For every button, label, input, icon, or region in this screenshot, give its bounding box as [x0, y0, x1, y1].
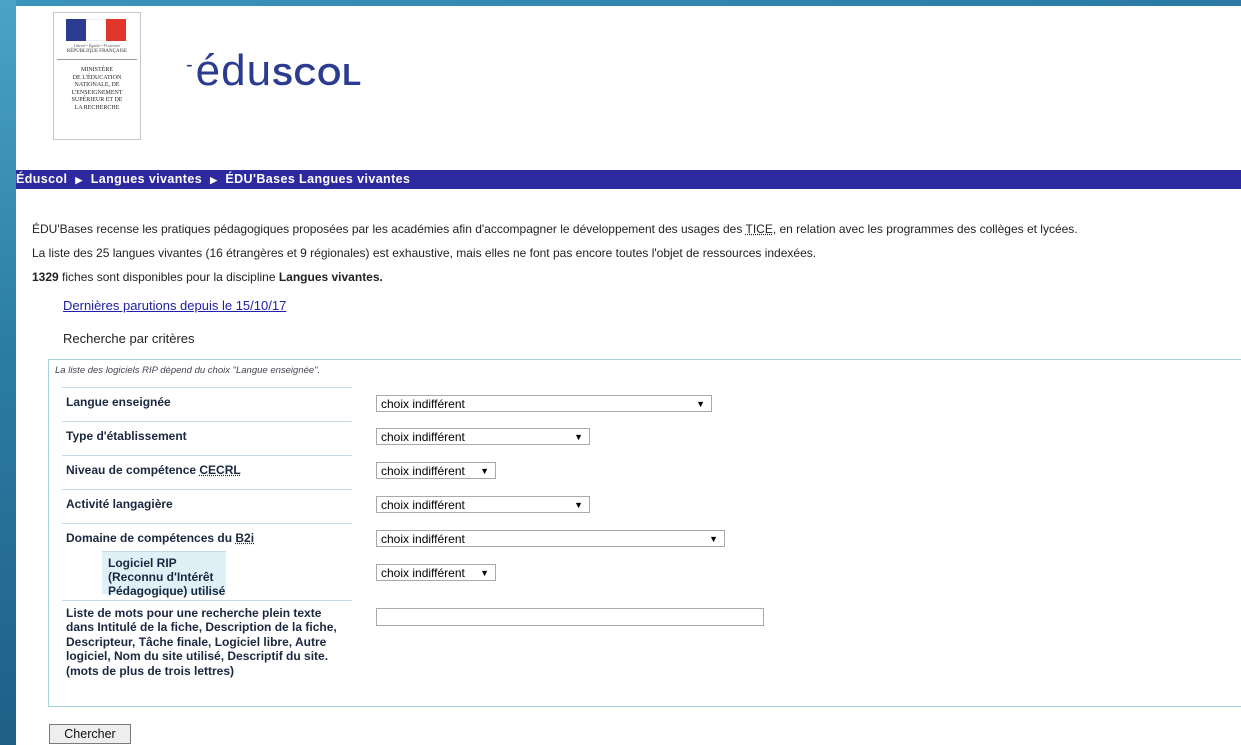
- search-heading: Recherche par critères: [63, 331, 195, 346]
- field-row-etablissement: Type d'établissement: [62, 421, 352, 444]
- fulltext-label: Liste de mots pour une recherche plein t…: [66, 606, 337, 678]
- triangle-down-icon: ▼: [480, 568, 489, 578]
- intro-line-2: La liste des 25 langues vivantes (16 étr…: [32, 246, 817, 260]
- triangle-down-icon: ▼: [709, 534, 718, 544]
- triangle-down-icon: ▼: [696, 399, 705, 409]
- field-label-rip: Logiciel RIP (Reconnu d'Intérêt Pédagogi…: [108, 556, 226, 598]
- rip-select[interactable]: choix indifférent ▼: [376, 564, 496, 581]
- republic-motto: Liberté • Égalité • Fraternité: [73, 43, 121, 48]
- field-row-cecrl: Niveau de compétence CECRL: [62, 455, 352, 478]
- etablissement-select[interactable]: choix indifférent ▼: [376, 428, 590, 445]
- logo-dash-icon: -: [186, 54, 194, 76]
- ministry-logo[interactable]: Liberté • Égalité • Fraternité RÉPUBLIQU…: [53, 12, 141, 140]
- marianne-flag-icon: [66, 19, 126, 41]
- breadcrumb-item-eduscol[interactable]: Éduscol: [16, 170, 67, 189]
- fulltext-input[interactable]: [376, 608, 764, 626]
- eduscol-logo[interactable]: -éduscol: [186, 46, 362, 96]
- breadcrumb: Éduscol ▶ Langues vivantes ▶ ÉDU'Bases Langu…: [16, 170, 1241, 189]
- breadcrumb-arrow-icon: ▶: [75, 175, 83, 185]
- triangle-down-icon: ▼: [574, 432, 583, 442]
- breadcrumb-item-langues-vivantes[interactable]: Langues vivantes: [91, 170, 202, 189]
- cecrl-select[interactable]: choix indifférent ▼: [376, 462, 496, 479]
- criteria-form: La liste des logiciels RIP dépend du cho…: [48, 359, 1241, 707]
- cecrl-abbr[interactable]: CECRL: [199, 463, 240, 477]
- field-row-b2i: Domaine de compétences du B2i: [62, 523, 352, 546]
- form-note: La liste des logiciels RIP dépend du cho…: [55, 365, 321, 376]
- field-label-langue: Langue enseignée: [66, 395, 171, 409]
- triangle-down-icon: ▼: [480, 466, 489, 476]
- search-button[interactable]: Chercher: [49, 724, 131, 744]
- logo-divider: [57, 59, 137, 60]
- field-row-langue: Langue enseignée: [62, 387, 352, 410]
- intro-line-1: ÉDU'Bases recense les pratiques pédagogi…: [32, 222, 1078, 236]
- field-label-activite: Activité langagière: [66, 497, 173, 511]
- fulltext-divider: [62, 600, 352, 602]
- b2i-abbr[interactable]: B2i: [235, 531, 254, 545]
- langue-select[interactable]: choix indifférent ▼: [376, 395, 712, 412]
- ministry-name: Ministère de l'Éducation nationale, de l…: [71, 67, 123, 111]
- b2i-select[interactable]: choix indifférent ▼: [376, 530, 725, 547]
- triangle-down-icon: ▼: [574, 500, 583, 510]
- tice-abbr[interactable]: TICE: [745, 222, 772, 236]
- field-row-rip: Logiciel RIP (Reconnu d'Intérêt Pédagogi…: [102, 551, 226, 598]
- field-label-etablissement: Type d'établissement: [66, 429, 187, 443]
- field-row-activite: Activité langagière: [62, 489, 352, 512]
- breadcrumb-item-edubases: ÉDU'Bases Langues vivantes: [225, 172, 411, 186]
- window-frame-left: [0, 0, 16, 745]
- latest-publications-link[interactable]: Dernières parutions depuis le 15/10/17: [63, 298, 286, 313]
- field-label-b2i: Domaine de compétences du B2i: [66, 531, 255, 545]
- republique-francaise-label: RÉPUBLIQUE FRANÇAISE: [66, 49, 128, 54]
- breadcrumb-arrow-icon: ▶: [210, 175, 218, 185]
- page: Liberté • Égalité • Fraternité RÉPUBLIQU…: [16, 6, 1241, 745]
- activite-select[interactable]: choix indifférent ▼: [376, 496, 590, 513]
- intro-line-3: 1329 fiches sont disponibles pour la dis…: [32, 270, 383, 284]
- field-label-cecrl: Niveau de compétence CECRL: [66, 463, 241, 477]
